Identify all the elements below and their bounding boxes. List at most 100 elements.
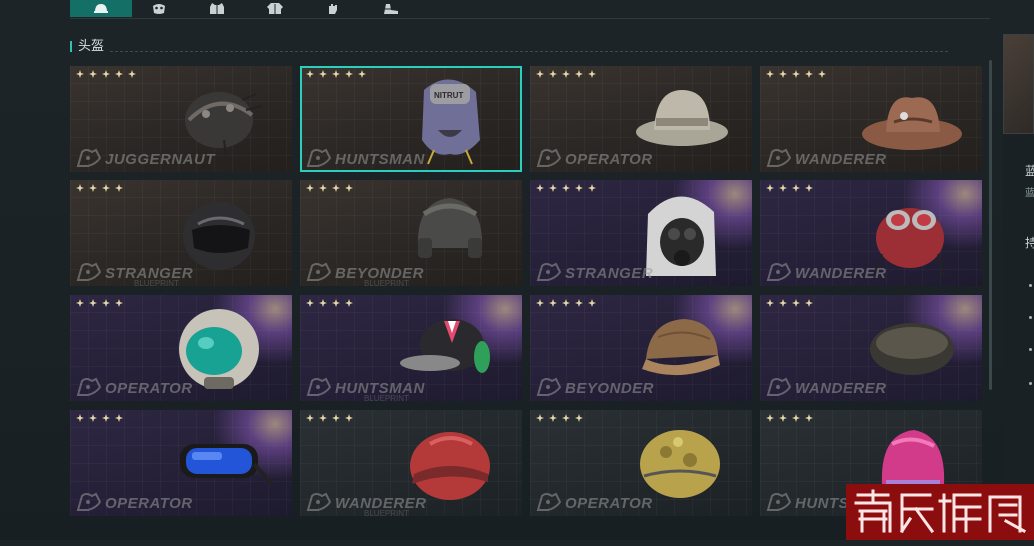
- rating-stars: [306, 184, 353, 192]
- grid-scrollbar[interactable]: [989, 60, 992, 390]
- section-divider: [110, 51, 948, 52]
- brand-logo-icon: [536, 492, 562, 512]
- brand-subtitle: BLUEPRINT: [134, 279, 179, 286]
- tab-helmet[interactable]: [70, 0, 132, 17]
- tab-vest[interactable]: [186, 0, 248, 17]
- brand-watermark: HUNTSMAN: [306, 148, 425, 168]
- star-icon: [805, 70, 813, 78]
- attribute-bullet: [1029, 316, 1032, 319]
- star-icon: [766, 414, 774, 422]
- item-card[interactable]: OPERATOR: [530, 410, 752, 516]
- star-icon: [306, 299, 314, 307]
- brand-logo-icon: [76, 148, 102, 168]
- category-tab-bar: [70, 0, 990, 19]
- brand-logo-icon: [536, 148, 562, 168]
- watermark-stamp: [846, 484, 1034, 540]
- star-icon: [76, 414, 84, 422]
- star-icon: [818, 70, 826, 78]
- brand-logo-icon: [306, 262, 332, 282]
- rating-stars: [766, 299, 813, 307]
- item-card[interactable]: WANDERER BLUEPRINT: [300, 410, 522, 516]
- tab-boots[interactable]: [360, 0, 422, 17]
- brand-subtitle: BLUEPRINT: [364, 509, 409, 516]
- tab-mask[interactable]: [128, 0, 190, 17]
- brand-name: OPERATOR: [565, 495, 653, 512]
- item-name-text: 蓝: [1025, 164, 1034, 178]
- star-icon: [345, 70, 353, 78]
- star-icon: [805, 414, 813, 422]
- attribute-bullet: [1029, 348, 1032, 351]
- star-icon: [128, 70, 136, 78]
- brand-logo-icon: [76, 492, 102, 512]
- item-card[interactable]: JUGGERNAUT: [70, 66, 292, 172]
- star-icon: [779, 70, 787, 78]
- section-title: 头盔: [78, 38, 105, 53]
- brand-subtitle: BLUEPRINT: [364, 394, 409, 401]
- star-icon: [549, 299, 557, 307]
- star-icon: [549, 70, 557, 78]
- attribute-bullet: [1029, 382, 1032, 385]
- brand-watermark: WANDERER: [766, 262, 887, 282]
- item-card[interactable]: STRANGER: [530, 180, 752, 286]
- brand-watermark: BEYONDER: [536, 377, 654, 397]
- item-card[interactable]: WANDERER: [760, 66, 982, 172]
- star-icon: [102, 299, 110, 307]
- star-icon: [332, 70, 340, 78]
- tab-jacket[interactable]: [244, 0, 306, 17]
- star-icon: [306, 184, 314, 192]
- item-card[interactable]: HUNTSMAN BLUEPRINT: [300, 295, 522, 401]
- star-icon: [115, 414, 123, 422]
- rating-stars: [76, 70, 136, 78]
- item-card[interactable]: OPERATOR: [70, 295, 292, 401]
- item-subtitle-text: 蓝: [1025, 188, 1034, 199]
- brand-watermark: STRANGER: [536, 262, 653, 282]
- brand-name: JUGGERNAUT: [105, 151, 216, 168]
- star-icon: [536, 184, 544, 192]
- brand-watermark: WANDERER BLUEPRINT: [306, 492, 427, 516]
- item-card[interactable]: WANDERER: [760, 295, 982, 401]
- item-card[interactable]: NITRUT HUNTSMAN: [300, 66, 522, 172]
- item-card[interactable]: WANDERER: [760, 180, 982, 286]
- item-card[interactable]: OPERATOR: [530, 66, 752, 172]
- brand-watermark: WANDERER: [766, 377, 887, 397]
- brand-name: STRANGER: [565, 265, 654, 282]
- brand-name: BEYONDER: [565, 380, 655, 397]
- star-icon: [588, 70, 596, 78]
- brand-watermark: BEYONDER BLUEPRINT: [306, 262, 424, 286]
- item-owned-label: 持: [1025, 236, 1034, 250]
- boots-icon: [384, 4, 398, 14]
- star-icon: [306, 414, 314, 422]
- star-icon: [575, 414, 583, 422]
- star-icon: [319, 299, 327, 307]
- star-icon: [766, 299, 774, 307]
- star-icon: [562, 299, 570, 307]
- rating-stars: [76, 299, 123, 307]
- star-icon: [575, 70, 583, 78]
- star-icon: [306, 70, 314, 78]
- star-icon: [779, 414, 787, 422]
- brand-name: WANDERER: [795, 380, 887, 397]
- star-icon: [536, 70, 544, 78]
- tab-glove[interactable]: [302, 0, 364, 17]
- brand-watermark: HUNTSMAN BLUEPRINT: [306, 377, 425, 401]
- glove-icon: [329, 4, 337, 14]
- brand-logo-icon: [766, 492, 792, 512]
- star-icon: [588, 299, 596, 307]
- star-icon: [76, 184, 84, 192]
- brand-logo-icon: [306, 377, 332, 397]
- star-icon: [345, 414, 353, 422]
- star-icon: [792, 299, 800, 307]
- brand-watermark: JUGGERNAUT: [76, 148, 215, 168]
- star-icon: [345, 184, 353, 192]
- rating-stars: [76, 414, 123, 422]
- item-detail-panel: 蓝 蓝 持: [1003, 34, 1034, 540]
- star-icon: [89, 70, 97, 78]
- item-card[interactable]: STRANGER BLUEPRINT: [70, 180, 292, 286]
- item-card[interactable]: BEYONDER: [530, 295, 752, 401]
- brand-logo-icon: [766, 377, 792, 397]
- item-card[interactable]: OPERATOR: [70, 410, 292, 516]
- brand-watermark: OPERATOR: [536, 148, 653, 168]
- star-icon: [549, 184, 557, 192]
- item-card[interactable]: BEYONDER BLUEPRINT: [300, 180, 522, 286]
- star-icon: [536, 414, 544, 422]
